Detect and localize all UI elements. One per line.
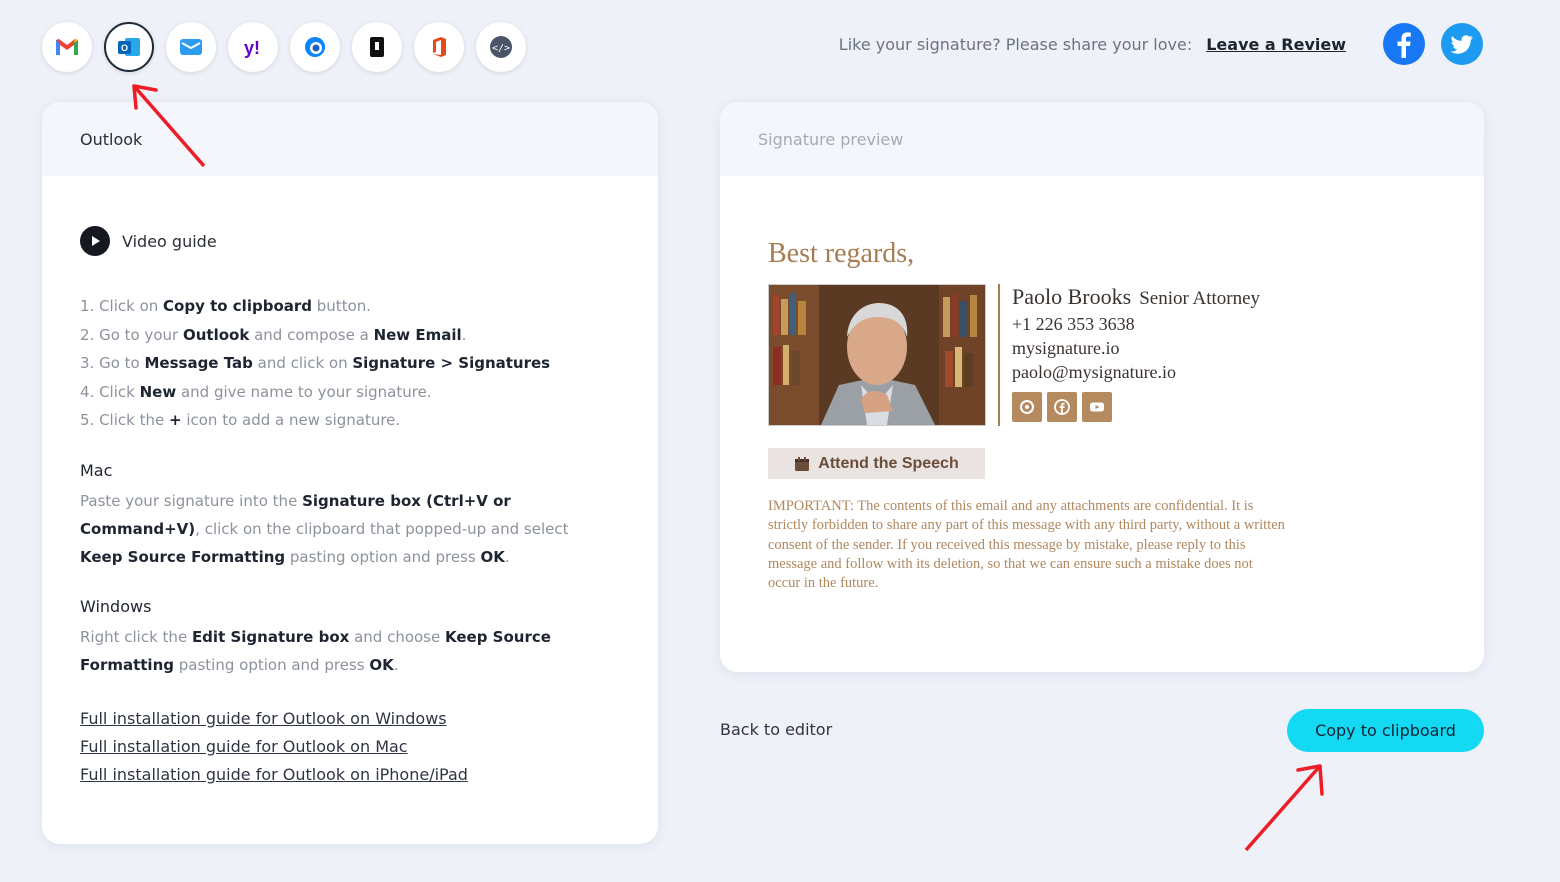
email-client-selector: O y! </> (42, 22, 526, 72)
step-2: 2. Go to your Outlook and compose a New … (80, 325, 467, 344)
mac-title: Mac (80, 460, 113, 480)
windows-title: Windows (80, 596, 152, 616)
gmail-icon (56, 39, 78, 55)
signer-email: paolo@mysignature.io (1012, 362, 1177, 382)
attend-speech-button[interactable]: Attend the Speech (768, 448, 985, 479)
leave-review-link[interactable]: Leave a Review (1206, 35, 1346, 54)
thunderbird-icon (305, 37, 325, 57)
share-prompt: Like your signature? Please share your l… (838, 34, 1193, 54)
windows-instructions: Right click the Edit Signature box and c… (80, 627, 551, 674)
preview-title: Signature preview (720, 102, 1484, 176)
svg-text:</>: </> (492, 43, 510, 54)
guide-link-mac[interactable]: Full installation guide for Outlook on M… (80, 733, 620, 761)
signature-social-icons (1012, 392, 1260, 422)
facebook-icon[interactable] (1047, 392, 1077, 422)
step-5: 5. Click the + icon to add a new signatu… (80, 411, 401, 429)
thunderbird-button[interactable] (290, 22, 340, 72)
step-3: 3. Go to Message Tab and click on Signat… (80, 354, 551, 372)
outlook-icon: O (118, 38, 140, 56)
video-guide-button[interactable]: Video guide (80, 226, 620, 256)
signature-divider (998, 284, 1000, 426)
svg-text:y!: y! (244, 38, 260, 58)
mail-app-button[interactable] (166, 22, 216, 72)
steps-list: 1. Click on Copy to clipboard button. 2.… (80, 292, 620, 435)
apple-mail-button[interactable] (352, 22, 402, 72)
html-code-button[interactable]: </> (476, 22, 526, 72)
office365-button[interactable] (414, 22, 464, 72)
signer-name: Paolo Brooks (1012, 284, 1132, 309)
mac-instructions: Paste your signature into the Signature … (80, 491, 569, 566)
share-bar: Like your signature? Please share your l… (839, 22, 1484, 66)
yahoo-button[interactable]: y! (228, 22, 278, 72)
signoff: Best regards, (768, 238, 915, 269)
html-code-icon: </> (490, 36, 512, 58)
twitter-icon (1441, 23, 1483, 65)
guide-links: Full installation guide for Outlook on W… (80, 705, 620, 789)
play-icon (80, 226, 110, 256)
twitter-button[interactable] (1440, 22, 1484, 66)
instructions-panel: Outlook Video guide 1. Click on Copy to … (42, 102, 658, 844)
mail-app-icon (180, 39, 202, 55)
signature-preview-panel: Signature preview Best regards, Paolo Br… (720, 102, 1484, 672)
gmail-button[interactable] (42, 22, 92, 72)
step-4: 4. Click New and give name to your signa… (80, 382, 432, 401)
youtube-icon[interactable] (1082, 392, 1112, 422)
profile-photo (768, 284, 986, 426)
disclaimer: IMPORTANT: The contents of this email an… (768, 498, 1285, 592)
svg-text:O: O (121, 43, 128, 53)
office365-icon (433, 37, 446, 57)
yahoo-icon: y! (244, 38, 260, 58)
annotation-arrow-copy (1244, 764, 1324, 852)
annotation-arrow-outlook (132, 84, 206, 168)
copy-to-clipboard-button[interactable]: Copy to clipboard (1287, 709, 1484, 752)
outlook-button[interactable]: O (104, 22, 154, 72)
facebook-button[interactable] (1382, 22, 1426, 66)
back-to-editor-link[interactable]: Back to editor (720, 720, 832, 739)
instagram-icon[interactable] (1012, 392, 1042, 422)
guide-link-iphone[interactable]: Full installation guide for Outlook on i… (80, 761, 620, 789)
signer-website: mysignature.io (1012, 338, 1120, 358)
step-1: 1. Click on Copy to clipboard button. (80, 297, 372, 315)
calendar-icon (795, 456, 810, 471)
cta-label: Attend the Speech (818, 454, 959, 472)
signer-phone: +1 226 353 3638 (1012, 314, 1135, 334)
guide-link-windows[interactable]: Full installation guide for Outlook on W… (80, 705, 620, 733)
apple-mail-icon (370, 37, 384, 57)
signer-title: Senior Attorney (1139, 288, 1261, 309)
facebook-icon (1383, 23, 1425, 65)
video-guide-label: Video guide (122, 231, 217, 251)
signature: Best regards, Paolo Brooks Senior Attorn… (768, 238, 1298, 593)
